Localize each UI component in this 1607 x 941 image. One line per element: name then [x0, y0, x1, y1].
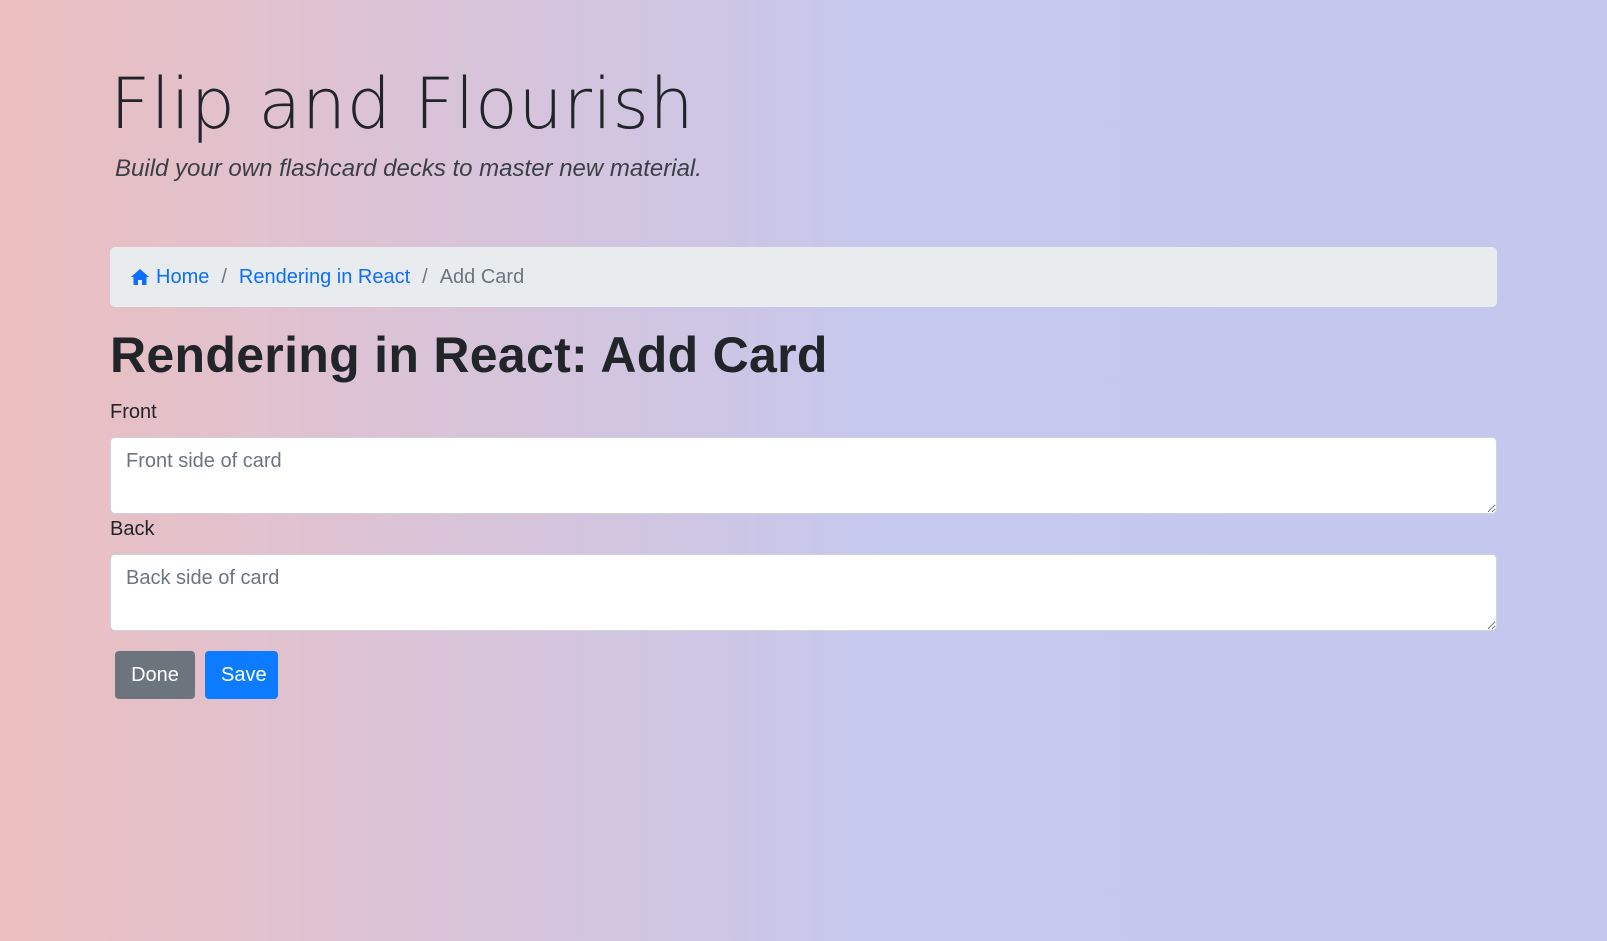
breadcrumb-deck-link[interactable]: Rendering in React: [239, 266, 410, 289]
breadcrumb-separator: /: [422, 265, 428, 288]
save-button[interactable]: Save: [205, 651, 278, 699]
breadcrumb: Home / Rendering in React / Add Card: [110, 247, 1497, 307]
home-icon: [131, 269, 149, 285]
breadcrumb-current: Add Card: [439, 265, 525, 288]
app-subtitle: Build your own flashcard decks to master…: [115, 155, 702, 182]
breadcrumb-home-label: Home: [156, 265, 210, 288]
front-textarea[interactable]: [110, 437, 1497, 514]
app-header: Flip and Flourish Build your own flashca…: [110, 66, 702, 183]
done-button[interactable]: Done: [115, 651, 195, 699]
page-title: Rendering in React: Add Card: [110, 327, 828, 383]
breadcrumb-home-link[interactable]: Home: [130, 266, 209, 289]
back-textarea[interactable]: [110, 554, 1497, 631]
back-label: Back: [110, 518, 155, 540]
app-title: Flip and Flourish: [110, 63, 695, 145]
front-label: Front: [110, 401, 157, 423]
breadcrumb-separator: /: [221, 265, 227, 288]
